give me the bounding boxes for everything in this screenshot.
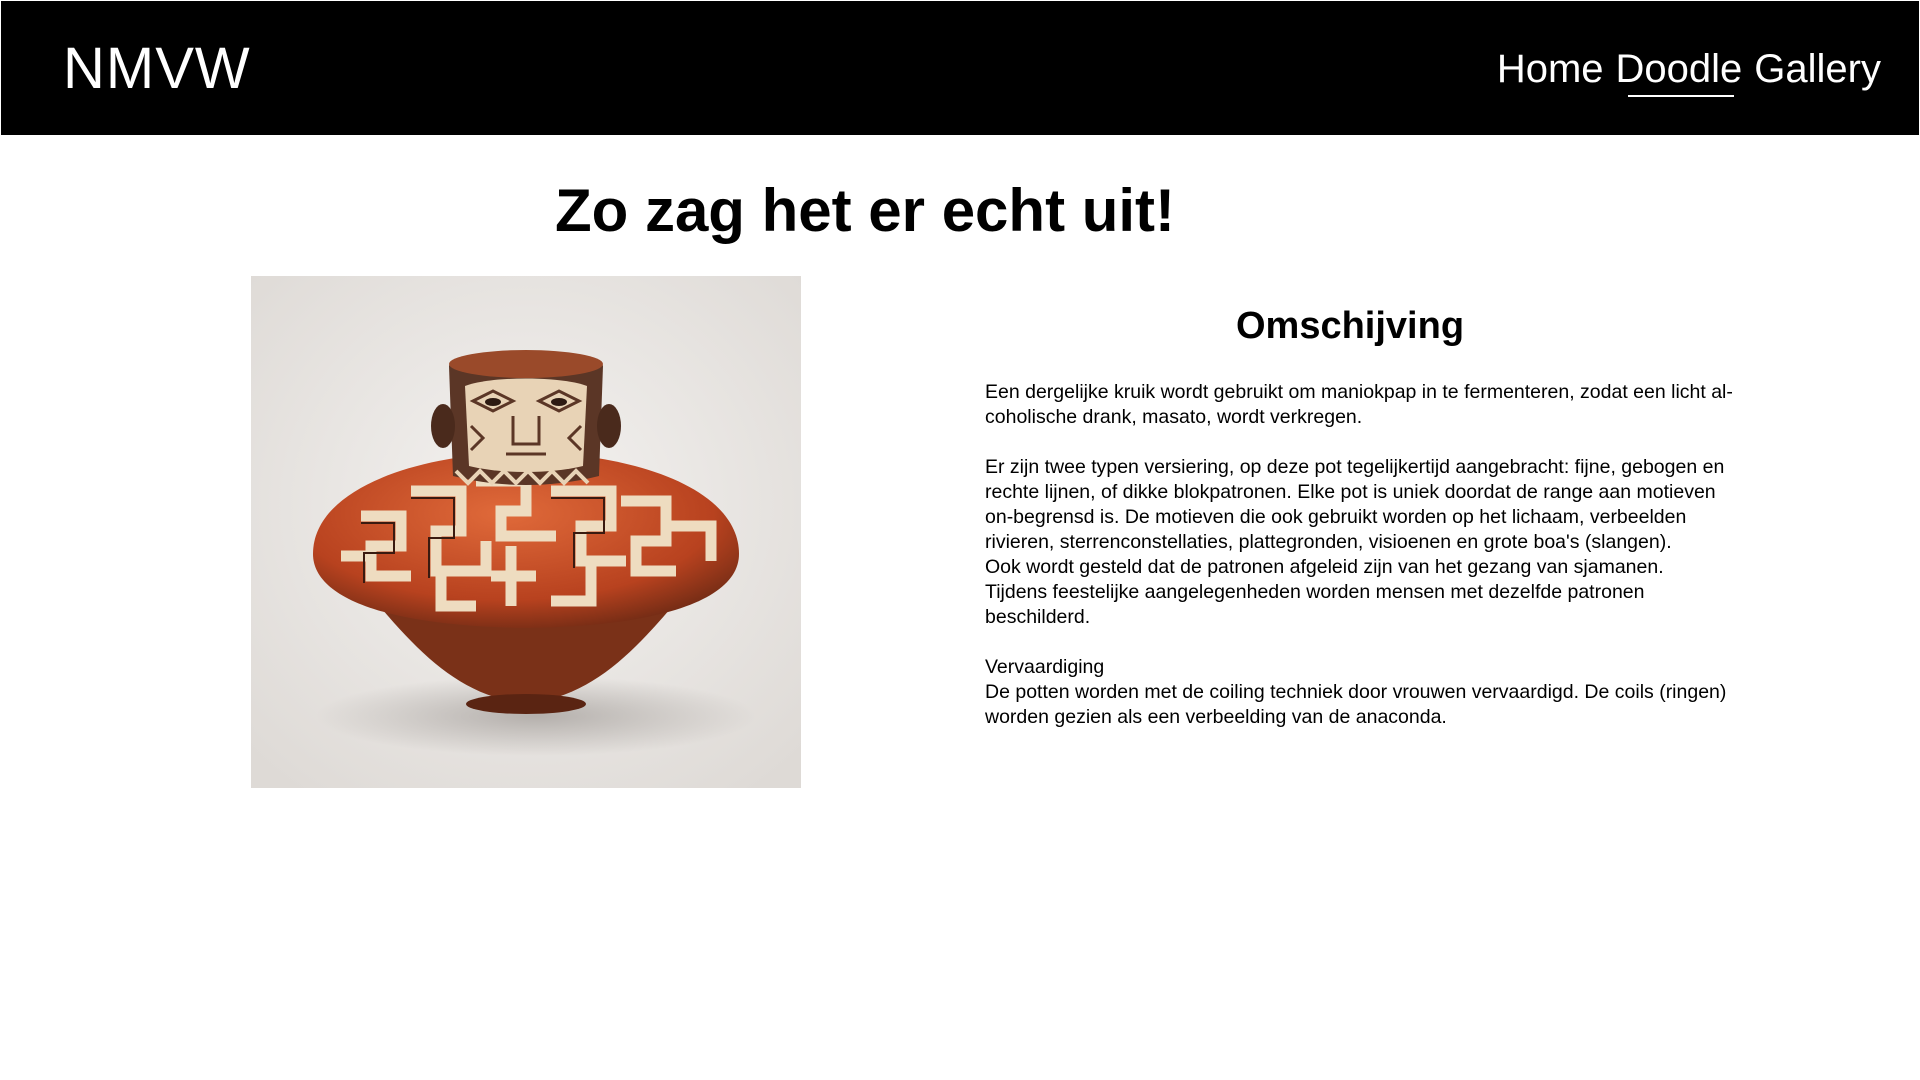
page-title: Zo zag het er echt uit! bbox=[554, 177, 1176, 244]
nav-gallery-link[interactable]: Gallery bbox=[1754, 47, 1881, 92]
description-paragraph-usage: Een dergelijke kruik wordt gebruikt om m… bbox=[985, 381, 1733, 428]
description-paragraph-manufacture: Vervaardiging De potten worden met de co… bbox=[985, 655, 1745, 730]
decoration-text: Er zijn twee typen versiering, op deze p… bbox=[985, 456, 1725, 553]
nav-home-link[interactable]: Home bbox=[1497, 47, 1604, 92]
description-paragraph-decoration: Er zijn twee typen versiering, op deze p… bbox=[985, 455, 1745, 630]
nav-doodle-link[interactable]: Doodle bbox=[1616, 47, 1742, 97]
decoration-text: Tijdens feestelijke aangelegenheden word… bbox=[985, 581, 1645, 628]
site-logo[interactable]: NMVW bbox=[63, 35, 251, 102]
description-body: Een dergelijke kruik wordt gebruikt om m… bbox=[985, 380, 1745, 755]
artifact-image bbox=[251, 276, 801, 788]
manufacture-subheading: Vervaardiging bbox=[985, 656, 1105, 678]
main-nav: Home Doodle Gallery bbox=[1497, 47, 1881, 97]
manufacture-text: De potten worden met de coiling techniek… bbox=[985, 681, 1727, 728]
top-navigation-bar: NMVW Home Doodle Gallery bbox=[1, 1, 1919, 135]
description-heading: Omschijving bbox=[1235, 305, 1465, 347]
decoration-text: Ook wordt gesteld dat de patronen afgele… bbox=[985, 556, 1664, 578]
